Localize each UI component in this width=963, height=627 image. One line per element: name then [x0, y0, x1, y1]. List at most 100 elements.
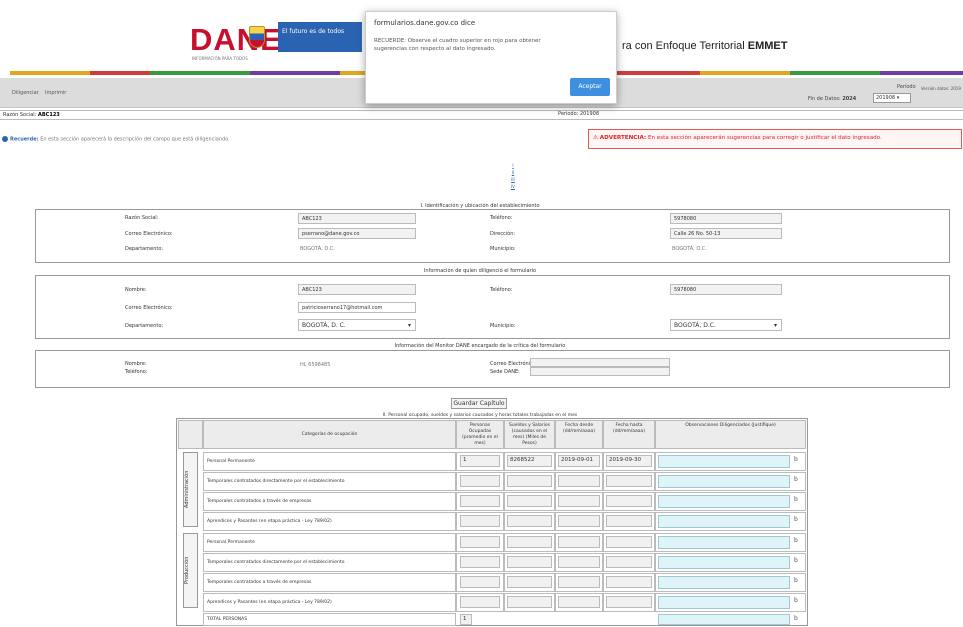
observaciones-textarea[interactable]: [658, 576, 790, 589]
observaciones-textarea[interactable]: [658, 455, 790, 468]
page-title: ra con Enfoque Territorial EMMET: [622, 40, 788, 52]
colombia-shield-icon: [249, 26, 265, 48]
total-observaciones-textarea[interactable]: [658, 614, 790, 625]
sueldos-input[interactable]: [507, 475, 552, 487]
depto-label: Departamento:: [125, 246, 164, 252]
chevron-down-icon: ▾: [896, 95, 900, 101]
group-produccion: Producción: [183, 533, 198, 608]
personas-input[interactable]: [460, 576, 500, 588]
monitor-sede-field[interactable]: [530, 367, 670, 376]
municipio-select[interactable]: BOGOTÁ, D.C. ▾: [670, 319, 782, 331]
fecha-desde-input[interactable]: [558, 556, 600, 568]
personas-input[interactable]: [460, 596, 500, 608]
personas-input[interactable]: [460, 495, 500, 507]
fecha-hasta-input[interactable]: [606, 596, 652, 608]
fecha-desde-input[interactable]: [558, 536, 600, 548]
chevron-down-icon: ▾: [407, 322, 411, 329]
chapter-link[interactable]: II: [511, 169, 515, 176]
justify-button-icon[interactable]: b: [794, 557, 798, 564]
advertencia-message: ⚠ ADVERTENCIA: En esta sección aparecerá…: [588, 129, 962, 149]
aceptar-button[interactable]: Aceptar: [570, 78, 610, 96]
personas-input[interactable]: [460, 515, 500, 527]
imprimir-link[interactable]: Imprimir: [45, 90, 66, 96]
departamento-select[interactable]: BOGOTÁ, D. C. ▾: [298, 319, 416, 331]
personas-input[interactable]: [460, 556, 500, 568]
monitor-telefono-label: Teléfono:: [125, 369, 148, 375]
razon-field[interactable]: ABC123: [298, 213, 416, 224]
observaciones-textarea[interactable]: [658, 515, 790, 528]
header-sueldos: Sueldos y Salarios (causados en el mes) …: [504, 420, 555, 449]
justify-button-icon[interactable]: b: [794, 476, 798, 483]
justify-button-icon[interactable]: b: [794, 516, 798, 523]
telefono2-field[interactable]: 5978080: [670, 284, 782, 295]
header-fecha-desde: Fecha desde (dd/mm/aaaa): [555, 420, 603, 449]
nombre-label: Nombre:: [125, 287, 147, 293]
periodo-select[interactable]: 201908 ▾: [873, 93, 911, 103]
personas-input[interactable]: [460, 475, 500, 487]
fecha-hasta-input[interactable]: [606, 536, 652, 548]
row-categoria: Temporales contratados a través de empre…: [203, 573, 456, 592]
telefono2-label: Teléfono:: [490, 287, 513, 293]
correo-field[interactable]: pserrano@dane.gov.co: [298, 228, 416, 239]
fecha-desde-input[interactable]: 2019-09-01: [558, 455, 600, 467]
justify-button-icon[interactable]: b: [794, 456, 798, 463]
version-label: Versión datos: 2019: [921, 86, 961, 91]
justify-button-icon[interactable]: b: [794, 496, 798, 503]
depto-value: BOGOTÁ, D.C.: [300, 246, 335, 252]
observaciones-textarea[interactable]: [658, 475, 790, 488]
fecha-hasta-input[interactable]: [606, 475, 652, 487]
chapter-link[interactable]: I: [511, 162, 515, 169]
correo-label: Correo Electrónico:: [125, 231, 173, 237]
correo2-field[interactable]: patricioserrano17@hotmail.com: [298, 302, 416, 313]
observaciones-textarea[interactable]: [658, 536, 790, 549]
observaciones-textarea[interactable]: [658, 556, 790, 569]
municipio2-label: Municipio:: [490, 323, 516, 329]
justify-button-icon[interactable]: b: [794, 597, 798, 604]
guardar-capitulo-button[interactable]: Guardar Capítulo: [451, 398, 507, 409]
sueldos-input[interactable]: [507, 536, 552, 548]
info-icon: [2, 136, 8, 142]
fecha-hasta-input[interactable]: [606, 495, 652, 507]
fecha-desde-input[interactable]: [558, 495, 600, 507]
sueldos-input[interactable]: 8268522: [507, 455, 552, 467]
warning-icon: ⚠: [593, 135, 599, 141]
direccion-label: Dirección:: [490, 231, 516, 237]
total-personas-field[interactable]: 1: [460, 614, 472, 625]
fecha-desde-input[interactable]: [558, 515, 600, 527]
justify-button-icon[interactable]: b: [794, 577, 798, 584]
fecha-desde-input[interactable]: [558, 596, 600, 608]
row-categoria: Personal Permanente: [203, 452, 456, 471]
fecha-desde-input[interactable]: [558, 576, 600, 588]
fecha-hasta-input[interactable]: 2019-09-30: [606, 455, 652, 467]
nombre-field[interactable]: ABC123: [298, 284, 416, 295]
fecha-hasta-input[interactable]: [606, 576, 652, 588]
fecha-hasta-input[interactable]: [606, 556, 652, 568]
fecha-desde-input[interactable]: [558, 475, 600, 487]
header-categoria: Categorías de ocupación: [203, 420, 456, 449]
justify-button-icon[interactable]: b: [794, 537, 798, 544]
personas-input[interactable]: [460, 536, 500, 548]
telefono-field[interactable]: 5978080: [670, 213, 782, 224]
sueldos-input[interactable]: [507, 495, 552, 507]
periodo-label: Período: [897, 84, 916, 90]
observaciones-textarea[interactable]: [658, 495, 790, 508]
chevron-down-icon: ▾: [773, 322, 777, 329]
personas-input[interactable]: 1: [460, 455, 500, 467]
row-categoria: Temporales contratados directamente por …: [203, 553, 456, 572]
fecha-hasta-input[interactable]: [606, 515, 652, 527]
observaciones-textarea[interactable]: [658, 596, 790, 609]
row-categoria: Aprendices y Pasantes (en etapa práctica…: [203, 593, 456, 612]
sueldos-input[interactable]: [507, 515, 552, 527]
sueldos-input[interactable]: [507, 556, 552, 568]
dialog-message: RECUERDE: Observe el cuadro superior en …: [374, 38, 541, 52]
sueldos-input[interactable]: [507, 576, 552, 588]
sueldos-input[interactable]: [507, 596, 552, 608]
direccion-field[interactable]: Calle 26 No. 50-13: [670, 228, 782, 239]
monitor-correo-field[interactable]: [530, 358, 670, 367]
chapter-link[interactable]: IV: [511, 183, 515, 190]
justify-button-icon[interactable]: b: [794, 615, 798, 622]
total-label: TOTAL PERSONAS: [203, 613, 456, 626]
header-fecha-hasta: Fecha hasta (dd/mm/aaaa): [603, 420, 655, 449]
chapter-link[interactable]: III: [511, 176, 515, 183]
diligenciar-link[interactable]: Diligenciar: [12, 90, 39, 96]
